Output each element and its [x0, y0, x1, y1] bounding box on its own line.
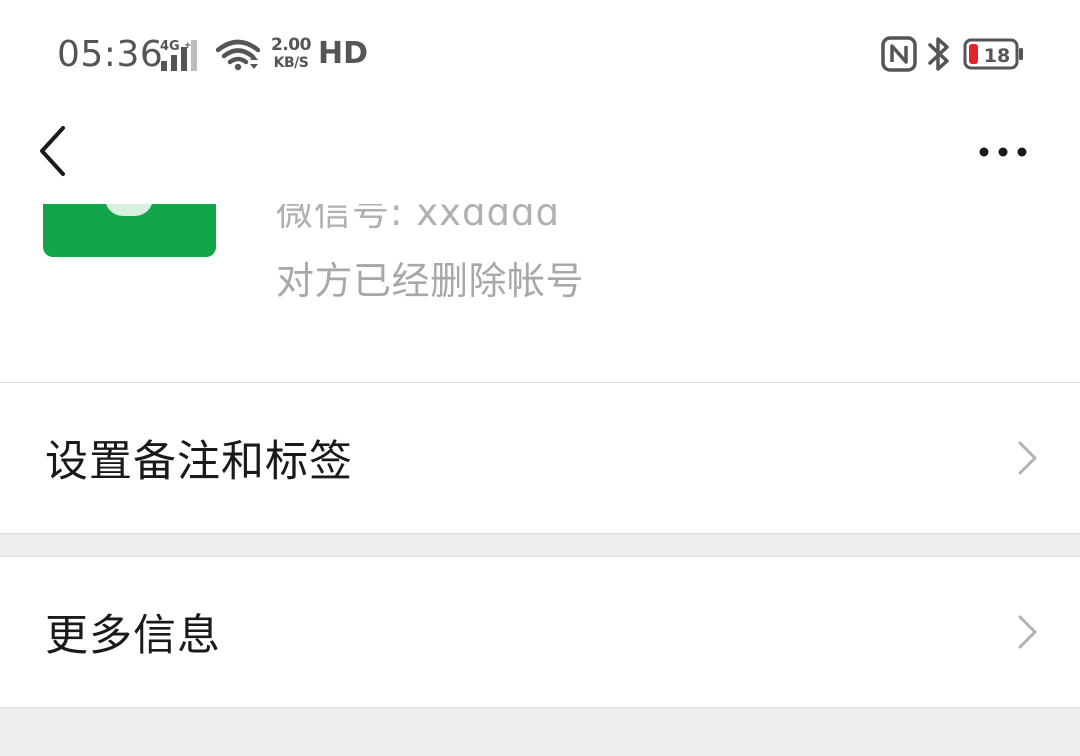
account-deleted-status: 对方已经删除帐号: [276, 259, 585, 303]
more-info-row[interactable]: 更多信息: [0, 557, 1080, 707]
chevron-right-icon: [1018, 615, 1037, 649]
bluetooth-icon: [928, 37, 949, 71]
hd-indicator: HD: [318, 36, 369, 71]
chevron-right-icon: [1018, 441, 1037, 475]
battery-level-text: 18: [984, 45, 1010, 67]
profile-section: 微信号: xxdddd 对方已经删除帐号: [0, 204, 1080, 382]
wechat-id: 微信号: xxdddd: [276, 204, 560, 234]
network-speed-unit: KB/S: [273, 55, 309, 71]
more-dots-icon[interactable]: [970, 130, 1036, 174]
section-divider: [0, 707, 1080, 708]
network-speed-value: 2.00: [271, 35, 311, 55]
status-bar: 05:36 4G + 2.00 KB/S HD 18: [0, 0, 1080, 104]
signal-icon: 4G +: [160, 39, 197, 71]
nfc-icon: [881, 36, 917, 72]
section-divider: [0, 533, 1080, 534]
back-chevron-icon[interactable]: [30, 122, 80, 182]
avatar-image: [105, 204, 153, 216]
wifi-icon: [216, 39, 260, 71]
network-speed: 2.00 KB/S: [269, 37, 313, 73]
network-type-label: 4G: [160, 39, 180, 54]
navigation-bar: [0, 104, 1080, 204]
set-remark-and-tags-label: 设置备注和标签: [45, 437, 353, 487]
avatar[interactable]: [43, 204, 216, 257]
battery-icon: 18: [963, 38, 1023, 70]
status-time: 05:36: [57, 34, 164, 75]
set-remark-and-tags-row[interactable]: 设置备注和标签: [0, 383, 1080, 533]
contact-profile-screen: 05:36 4G + 2.00 KB/S HD 18 微信号: xxdddd 对…: [0, 0, 1080, 756]
more-info-label: 更多信息: [45, 611, 221, 661]
divider: [0, 382, 1080, 383]
